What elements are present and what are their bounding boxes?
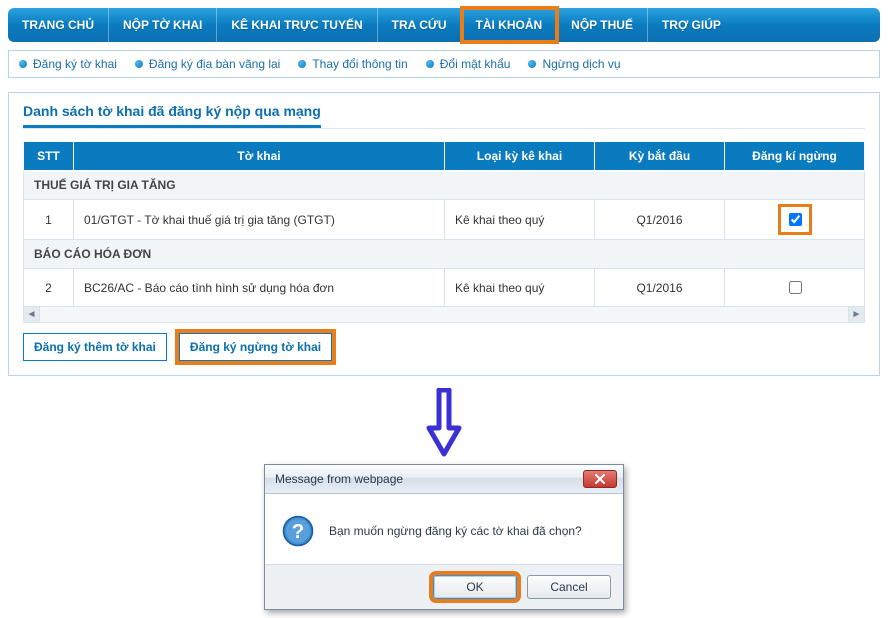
nav-tab-nop-to-khai[interactable]: NỘP TỜ KHAI xyxy=(109,8,217,42)
subnav-label: Đổi mật khẩu xyxy=(440,57,511,71)
table-group-row: THUẾ GIÁ TRỊ GIA TĂNG xyxy=(24,171,865,200)
cell-loai: Kê khai theo quý xyxy=(445,200,595,240)
table-row: 1 01/GTGT - Tờ khai thuế giá trị gia tăn… xyxy=(24,200,865,240)
nav-tab-ke-khai-truc-tuyen[interactable]: KÊ KHAI TRỰC TUYẾN xyxy=(217,8,377,42)
nav-tab-nop-thue[interactable]: NỘP THUẾ xyxy=(557,8,648,42)
subnav-item-dang-ky-to-khai[interactable]: Đăng ký tờ khai xyxy=(19,57,117,71)
sub-nav: Đăng ký tờ khai Đăng ký địa bàn vãng lai… xyxy=(8,50,880,78)
nav-tab-tra-cuu[interactable]: TRA CỨU xyxy=(378,8,462,42)
nav-tab-label: TÀI KHOẢN xyxy=(476,18,543,32)
nav-tab-label: TRANG CHỦ xyxy=(22,18,94,32)
cell-check xyxy=(725,200,865,240)
subnav-label: Thay đổi thông tin xyxy=(312,57,407,71)
actions-row: Đăng ký thêm tờ khai Đăng ký ngừng tờ kh… xyxy=(23,333,865,361)
declarations-table: STT Tờ khai Loại kỳ kê khai Kỳ bắt đầu Đ… xyxy=(23,141,865,307)
add-declaration-button[interactable]: Đăng ký thêm tờ khai xyxy=(23,333,167,361)
dialog-body: ? Bạn muốn ngừng đăng ký các tờ khai đã … xyxy=(265,494,623,564)
dialog-close-button[interactable] xyxy=(583,470,617,488)
th-dangki: Đăng kí ngừng xyxy=(725,142,865,171)
bullet-icon xyxy=(528,60,536,68)
cell-loai: Kê khai theo quý xyxy=(445,269,595,307)
bullet-icon xyxy=(135,60,143,68)
table-group-row: BÁO CÁO HÓA ĐƠN xyxy=(24,240,865,269)
group-label: THUẾ GIÁ TRỊ GIA TĂNG xyxy=(24,171,865,200)
stop-declaration-button[interactable]: Đăng ký ngừng tờ khai xyxy=(179,333,332,361)
horizontal-scrollbar[interactable]: ◄ ► xyxy=(23,307,865,323)
dialog-message: Bạn muốn ngừng đăng ký các tờ khai đã ch… xyxy=(329,524,582,538)
th-tokhai: Tờ khai xyxy=(74,142,445,171)
th-loai: Loại kỳ kê khai xyxy=(445,142,595,171)
subnav-label: Ngừng dịch vụ xyxy=(542,57,620,71)
subnav-item-doi-mat-khau[interactable]: Đổi mật khẩu xyxy=(426,57,511,71)
dialog-cancel-button[interactable]: Cancel xyxy=(527,575,611,599)
main-nav: TRANG CHỦ NỘP TỜ KHAI KÊ KHAI TRỰC TUYẾN… xyxy=(8,8,880,42)
dialog-title: Message from webpage xyxy=(275,472,403,486)
svg-text:?: ? xyxy=(292,521,304,543)
close-icon xyxy=(594,474,606,484)
dialog-ok-button[interactable]: OK xyxy=(433,575,517,599)
subnav-label: Đăng ký địa bàn vãng lai xyxy=(149,57,280,71)
checkbox-wrap xyxy=(781,207,809,232)
bullet-icon xyxy=(19,60,27,68)
panel-title: Danh sách tờ khai đã đăng ký nộp qua mạn… xyxy=(23,103,321,128)
nav-tab-tro-giup[interactable]: TRỢ GIÚP xyxy=(648,8,735,42)
cell-tokhai: BC26/AC - Báo cáo tình hình sử dụng hóa … xyxy=(74,269,445,307)
cell-tokhai: 01/GTGT - Tờ khai thuế giá trị gia tăng … xyxy=(74,200,445,240)
nav-tab-trang-chu[interactable]: TRANG CHỦ xyxy=(8,8,109,42)
nav-tab-label: KÊ KHAI TRỰC TUYẾN xyxy=(231,18,362,32)
nav-tab-label: NỘP TỜ KHAI xyxy=(123,18,202,32)
subnav-label: Đăng ký tờ khai xyxy=(33,57,117,71)
cell-stt: 1 xyxy=(24,200,74,240)
confirm-dialog: Message from webpage ? Bạn muốn ngừng đă… xyxy=(264,464,624,610)
scroll-right-arrow-icon[interactable]: ► xyxy=(848,307,864,322)
bullet-icon xyxy=(298,60,306,68)
dialog-titlebar: Message from webpage xyxy=(265,465,623,494)
nav-tab-label: TRỢ GIÚP xyxy=(662,18,721,32)
cell-check xyxy=(725,269,865,307)
group-label: BÁO CÁO HÓA ĐƠN xyxy=(24,240,865,269)
th-stt: STT xyxy=(24,142,74,171)
subnav-item-thay-doi-thong-tin[interactable]: Thay đổi thông tin xyxy=(298,57,407,71)
content-panel: Danh sách tờ khai đã đăng ký nộp qua mạn… xyxy=(8,92,880,376)
question-icon: ? xyxy=(281,514,315,548)
cell-stt: 2 xyxy=(24,269,74,307)
cell-ky: Q1/2016 xyxy=(595,200,725,240)
scroll-left-arrow-icon[interactable]: ◄ xyxy=(24,307,40,322)
annotation-arrow-down-icon xyxy=(424,388,464,458)
cell-ky: Q1/2016 xyxy=(595,269,725,307)
th-ky: Kỳ bắt đầu xyxy=(595,142,725,171)
subnav-item-ngung-dich-vu[interactable]: Ngừng dịch vụ xyxy=(528,57,620,71)
bullet-icon xyxy=(426,60,434,68)
dialog-footer: OK Cancel xyxy=(265,564,623,609)
nav-tab-label: NỘP THUẾ xyxy=(571,18,633,32)
subnav-item-dia-ban-vang-lai[interactable]: Đăng ký địa bàn vãng lai xyxy=(135,57,280,71)
table-row: 2 BC26/AC - Báo cáo tình hình sử dụng hó… xyxy=(24,269,865,307)
stop-checkbox-row2[interactable] xyxy=(789,281,802,294)
stop-checkbox-row1[interactable] xyxy=(789,213,802,226)
nav-tab-label: TRA CỨU xyxy=(392,18,447,32)
nav-tab-tai-khoan[interactable]: TÀI KHOẢN xyxy=(462,8,558,42)
checkbox-wrap xyxy=(783,276,807,299)
